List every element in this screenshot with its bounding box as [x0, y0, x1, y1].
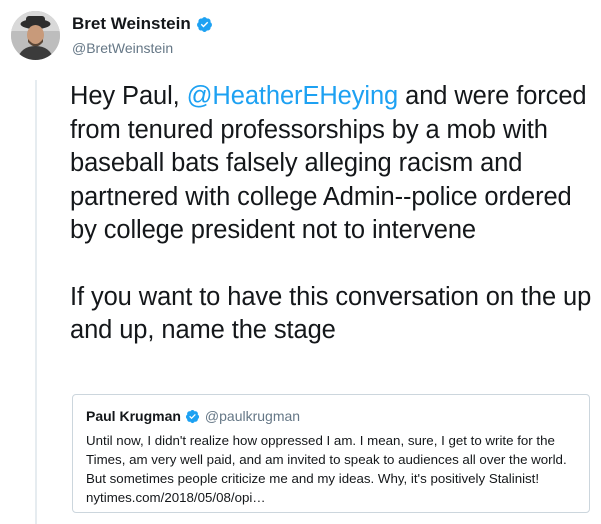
- author-name-row: Bret Weinstein: [72, 14, 213, 34]
- quoted-tweet-card[interactable]: Paul Krugman @paulkrugman Until now, I d…: [72, 394, 590, 513]
- tweet-paragraph-1: Hey Paul, @HeatherEHeying and were force…: [70, 80, 595, 248]
- quoted-author-display-name: Paul Krugman: [86, 408, 181, 424]
- tweet-body: Hey Paul, @HeatherEHeying and were force…: [70, 80, 595, 348]
- author-handle[interactable]: @BretWeinstein: [72, 40, 173, 56]
- avatar[interactable]: [11, 11, 60, 60]
- verified-badge-icon: [196, 16, 213, 33]
- quoted-tweet-header: Paul Krugman @paulkrugman: [86, 408, 300, 424]
- tweet-text-intro: Hey Paul,: [70, 82, 187, 110]
- quoted-tweet-text: Until now, I didn't realize how oppresse…: [86, 433, 567, 505]
- thread-line: [35, 80, 37, 524]
- quoted-author-handle: @paulkrugman: [204, 408, 301, 424]
- mention-link[interactable]: @HeatherEHeying: [187, 82, 399, 110]
- author-display-name[interactable]: Bret Weinstein: [72, 14, 191, 34]
- tweet-paragraph-2: If you want to have this conversation on…: [70, 282, 592, 345]
- verified-badge-icon: [185, 409, 200, 424]
